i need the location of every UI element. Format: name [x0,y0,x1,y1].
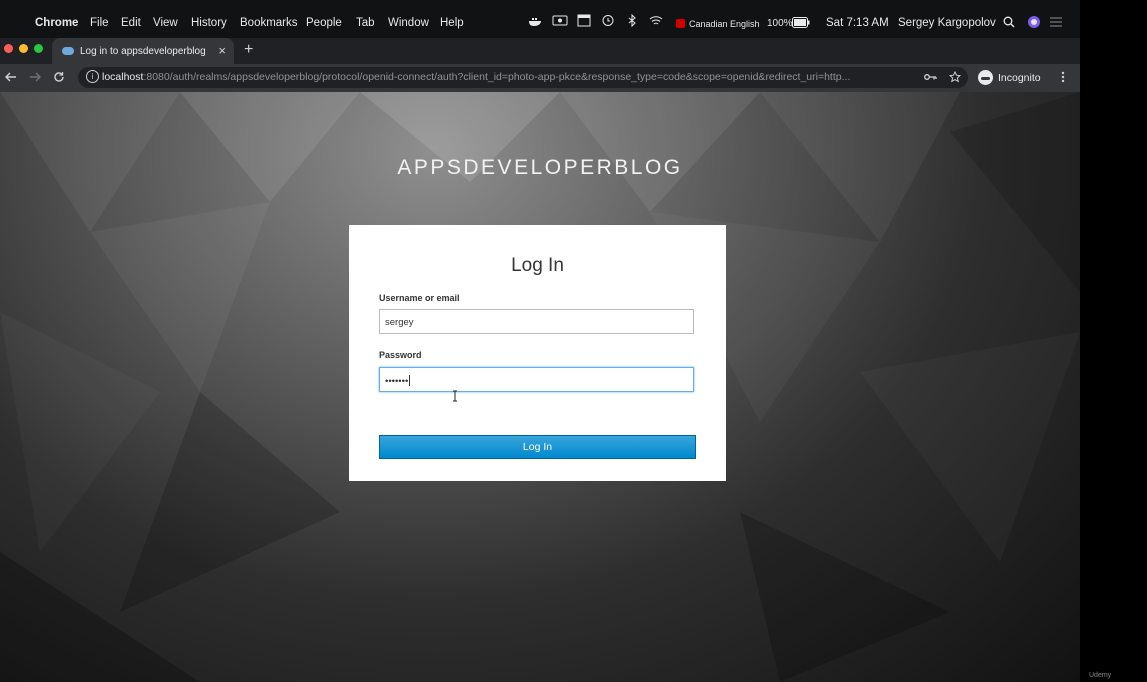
chrome-menu-icon[interactable] [1061,71,1065,83]
input-source-label: Canadian English [689,19,760,29]
username-label: Username or email [379,293,460,303]
text-caret [409,375,411,386]
close-tab-icon[interactable]: × [218,43,226,58]
login-card: Log In Username or email sergey Password… [349,225,726,481]
battery-percent: 100% [767,18,793,29]
close-window-button[interactable] [4,44,13,53]
tab-title: Log in to appsdeveloperblog [80,46,206,57]
url-host: localhost [102,71,144,83]
canada-flag-icon [676,19,685,28]
menu-app-name[interactable]: Chrome [35,17,78,29]
reload-icon[interactable] [53,71,65,83]
menu-file[interactable]: File [90,17,109,29]
text-cursor-icon [453,390,457,402]
clock[interactable]: Sat 7:13 AM [826,17,889,29]
zoom-window-button[interactable] [34,44,43,53]
tab-active[interactable]: Log in to appsdeveloperblog × [52,38,234,64]
password-input[interactable]: ••••••• [379,367,694,392]
url-path: :8080/auth/realms/appsdeveloperblog/prot… [143,71,851,83]
battery-icon[interactable] [792,17,810,28]
menu-tab[interactable]: Tab [356,17,375,29]
docker-icon[interactable] [528,14,544,27]
notification-center-icon[interactable] [1049,17,1063,27]
back-arrow-icon[interactable] [5,72,17,82]
password-label: Password [379,350,422,360]
url-text[interactable]: localhost:8080/auth/realms/appsdeveloper… [102,71,850,83]
login-button[interactable]: Log In [379,435,696,459]
login-title: Log In [511,255,564,276]
menu-help[interactable]: Help [440,17,464,29]
screen-record-icon[interactable] [552,14,568,27]
key-icon[interactable] [924,73,937,81]
menu-edit[interactable]: Edit [121,17,141,29]
menu-window[interactable]: Window [388,17,429,29]
site-info-icon[interactable]: i [86,70,99,83]
incognito-icon [978,70,993,85]
status-icons [528,14,664,27]
keycloak-favicon-icon [62,47,74,55]
menu-view[interactable]: View [153,17,178,29]
wifi-icon[interactable] [648,14,664,27]
password-value: ••••••• [385,376,409,387]
incognito-badge[interactable]: Incognito [975,68,1047,87]
minimize-window-button[interactable] [19,44,28,53]
bookmark-star-icon[interactable] [949,71,961,83]
right-black-margin [1080,0,1147,682]
username-value: sergey [385,317,414,328]
realm-name: APPSDEVELOPERBLOG [397,156,683,179]
bluetooth-icon[interactable] [624,14,640,27]
input-source[interactable]: Canadian English [676,18,760,30]
incognito-label: Incognito [998,71,1041,84]
siri-icon[interactable] [1027,15,1041,29]
udemy-watermark: Udemy [1089,672,1112,679]
time-machine-icon[interactable] [600,14,616,27]
menu-history[interactable]: History [191,17,227,29]
new-tab-button[interactable]: + [244,41,253,59]
user-name[interactable]: Sergey Kargopolov [898,17,996,29]
menu-people[interactable]: People [306,17,342,29]
page-viewport: APPSDEVELOPERBLOG Log In Username or ema… [0,92,1080,682]
username-input[interactable]: sergey [379,309,694,334]
spotlight-search-icon[interactable] [1003,16,1015,28]
forward-arrow-icon[interactable] [29,72,41,82]
menu-bookmarks[interactable]: Bookmarks [240,17,298,29]
window-icon[interactable] [576,14,592,27]
